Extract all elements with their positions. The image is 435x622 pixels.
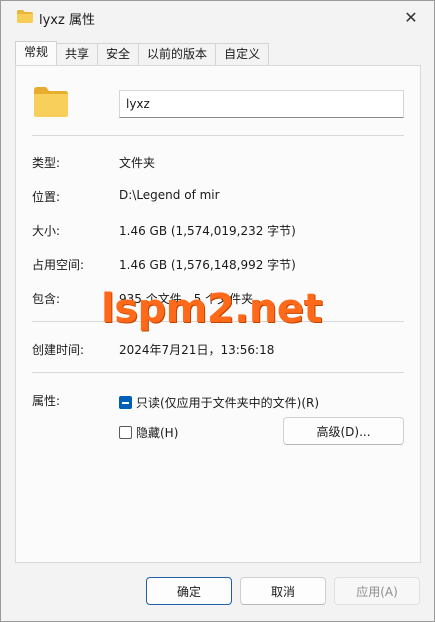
apply-button[interactable]: 应用(A) — [334, 577, 420, 605]
hidden-checkbox-row[interactable]: 隐藏(H) — [119, 424, 178, 441]
divider — [32, 135, 404, 136]
readonly-label: 只读(仅应用于文件夹中的文件)(R) — [136, 396, 320, 410]
ok-button[interactable]: 确定 — [146, 577, 232, 605]
folder-name-input[interactable] — [119, 90, 404, 118]
readonly-checkbox-row[interactable]: 只读(仅应用于文件夹中的文件)(R) — [119, 394, 319, 411]
general-panel: 类型: 文件夹 位置: D:\Legend of mir 大小: 1.46 GB… — [15, 65, 421, 563]
size-on-disk-value: 1.46 GB (1,576,148,992 字节) — [119, 258, 296, 272]
location-label: 位置: — [32, 190, 61, 204]
type-label: 类型: — [32, 156, 61, 170]
size-label: 大小: — [32, 224, 61, 238]
readonly-checkbox[interactable] — [119, 396, 132, 409]
tab-bar: 常规 共享 安全 以前的版本 自定义 — [15, 41, 270, 65]
advanced-button[interactable]: 高级(D)... — [283, 417, 404, 445]
created-value: 2024年7月21日，13:56:18 — [119, 343, 275, 357]
folder-large-icon — [34, 87, 68, 117]
tab-customize[interactable]: 自定义 — [215, 43, 270, 65]
folder-icon — [17, 10, 33, 23]
attributes-label: 属性: — [32, 394, 61, 408]
cancel-button[interactable]: 取消 — [240, 577, 326, 605]
contains-label: 包含: — [32, 292, 61, 306]
hidden-label: 隐藏(H) — [136, 426, 179, 440]
tab-sharing[interactable]: 共享 — [56, 43, 99, 65]
close-button[interactable]: ✕ — [388, 1, 434, 33]
window-title: lyxz 属性 — [39, 13, 95, 28]
hidden-checkbox[interactable] — [119, 426, 132, 439]
size-value: 1.46 GB (1,574,019,232 字节) — [119, 224, 296, 238]
contains-value: 935 个文件，5 个文件夹 — [119, 292, 254, 306]
tab-previous-versions[interactable]: 以前的版本 — [138, 43, 217, 65]
tab-general[interactable]: 常规 — [15, 41, 58, 65]
location-value: D:\Legend of mir — [119, 188, 220, 202]
tab-security[interactable]: 安全 — [97, 43, 140, 65]
size-on-disk-label: 占用空间: — [32, 258, 85, 272]
created-label: 创建时间: — [32, 343, 85, 357]
title-bar[interactable]: lyxz 属性 ✕ — [1, 1, 434, 35]
properties-dialog: lyxz 属性 ✕ 常规 共享 安全 以前的版本 自定义 类型: 文件夹 位置:… — [0, 0, 435, 622]
divider — [32, 372, 404, 373]
type-value: 文件夹 — [119, 156, 156, 170]
divider — [32, 321, 404, 322]
close-icon: ✕ — [404, 7, 418, 27]
